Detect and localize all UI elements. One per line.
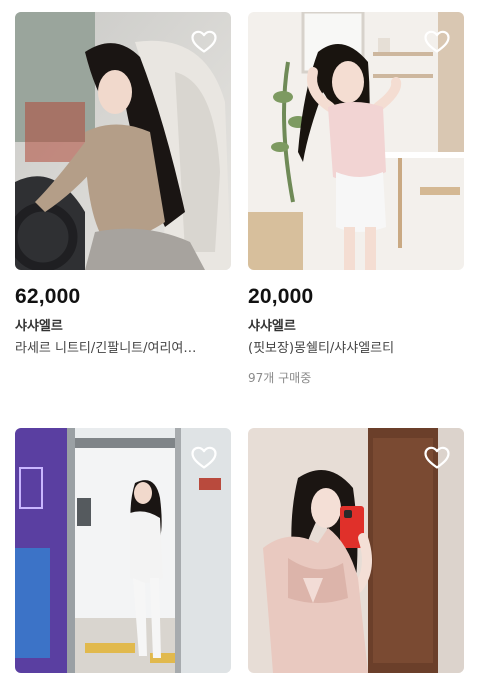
- product-card[interactable]: [248, 428, 464, 673]
- product-card[interactable]: [15, 428, 231, 673]
- product-image[interactable]: [248, 12, 464, 270]
- product-name[interactable]: 라세르 니트티/긴팔니트/여리여…: [15, 339, 231, 359]
- shop-name[interactable]: 샤샤엘르: [248, 318, 464, 336]
- like-heart-icon[interactable]: [424, 30, 450, 54]
- shop-name[interactable]: 샤샤엘르: [15, 318, 231, 336]
- product-image[interactable]: [15, 428, 231, 673]
- like-heart-icon[interactable]: [191, 446, 217, 470]
- product-image[interactable]: [15, 12, 231, 270]
- like-heart-icon[interactable]: [191, 30, 217, 54]
- product-card[interactable]: 20,000 샤샤엘르 (핏보장)몽쉘티/샤샤엘르티 97개 구매중: [248, 12, 464, 387]
- product-grid: 62,000 샤샤엘르 라세르 니트티/긴팔니트/여리여… 20,000 샤샤엘…: [0, 0, 480, 673]
- product-card[interactable]: 62,000 샤샤엘르 라세르 니트티/긴팔니트/여리여…: [15, 12, 231, 359]
- purchase-count: 97개 구매중: [248, 371, 312, 385]
- product-price: 62,000: [15, 285, 81, 308]
- like-heart-icon[interactable]: [424, 446, 450, 470]
- product-name[interactable]: (핏보장)몽쉘티/샤샤엘르티: [248, 339, 464, 359]
- product-price: 20,000: [248, 285, 314, 308]
- product-image[interactable]: [248, 428, 464, 673]
